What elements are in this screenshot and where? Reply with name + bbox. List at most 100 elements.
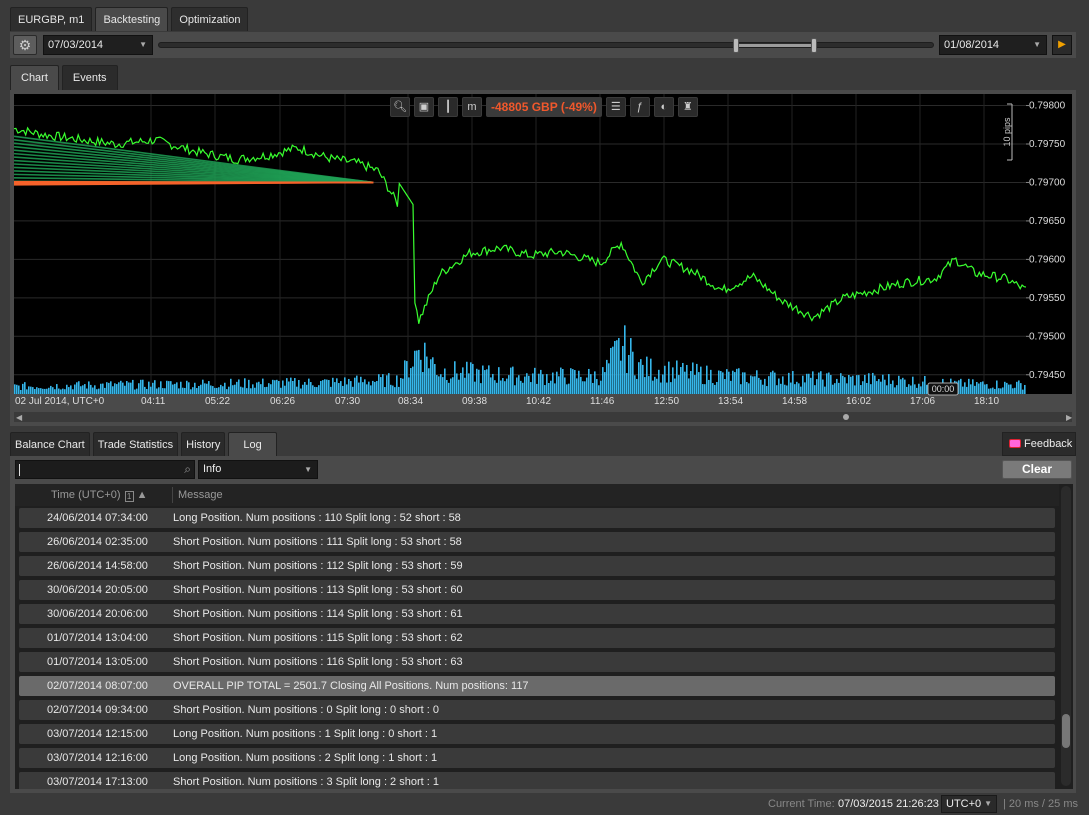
slider-handle-end[interactable] <box>811 38 817 53</box>
log-table: Time (UTC+0) 1 ▲ Message 24/06/2014 07:34… <box>15 484 1073 789</box>
pnl-indicator: -48805 GBP (-49%) <box>486 97 602 117</box>
log-row[interactable]: 30/06/2014 20:06:00 Short Position. Num p… <box>19 604 1055 624</box>
log-row-time: 02/07/2014 09:34:00 <box>47 704 148 716</box>
zoom-icon[interactable]: 🔍︎ <box>390 97 410 117</box>
tab-chart[interactable]: Chart <box>10 65 59 90</box>
log-row-message: Short Position. Num positions : 0 Split … <box>173 704 439 716</box>
log-row[interactable]: 30/06/2014 20:05:00 Short Position. Num p… <box>19 580 1055 600</box>
bottom-tabs: Balance Chart Trade Statistics History L… <box>10 432 277 456</box>
date-range-slider[interactable] <box>158 38 934 53</box>
end-date-picker[interactable]: 01/08/2014 ▼ <box>939 35 1047 55</box>
x-tick-label: 11:46 <box>590 396 615 407</box>
log-search-input[interactable]: ⌕ <box>15 460 195 479</box>
log-row[interactable]: 24/06/2014 07:34:00 Long Position. Num po… <box>19 508 1055 528</box>
feedback-icon <box>1009 439 1021 448</box>
x-tick-label: 07:30 <box>335 396 360 407</box>
log-row-message: Long Position. Num positions : 110 Split… <box>173 512 461 524</box>
log-row[interactable]: 03/07/2014 17:13:00 Short Position. Num p… <box>19 772 1055 789</box>
y-tick-label: 0.79700 <box>1029 177 1066 188</box>
log-row-message: Short Position. Num positions : 3 Split … <box>173 776 439 788</box>
chart-panel: 0.79800 0.79750 0.79700 0.79650 0.79600 0.795… <box>10 90 1076 426</box>
start-date-picker[interactable]: 07/03/2014 ▼ <box>43 35 153 55</box>
sort-order-badge: 1 <box>124 491 134 502</box>
scroll-right-icon: ▶ <box>1066 413 1073 422</box>
log-row[interactable]: 02/07/2014 08:07:00 OVERALL PIP TOTAL = 2… <box>19 676 1055 696</box>
tab-balance-chart[interactable]: Balance Chart <box>10 432 90 456</box>
tab-trade-statistics[interactable]: Trade Statistics <box>92 432 179 456</box>
clear-button[interactable]: Clear <box>1002 460 1072 479</box>
log-row-time: 01/07/2014 13:04:00 <box>47 632 148 644</box>
log-row[interactable]: 26/06/2014 02:35:00 Short Position. Num p… <box>19 532 1055 552</box>
screenshot-icon[interactable]: ▣ <box>414 97 434 117</box>
robot-icon[interactable]: ♜ <box>677 97 698 117</box>
y-tick-label: 0.79500 <box>1029 331 1066 342</box>
play-icon[interactable]: ▶ <box>1052 35 1072 55</box>
chart-scroll-thumb <box>843 414 849 420</box>
column-header-message[interactable]: Message <box>178 489 223 501</box>
gear-icon[interactable]: ⚙ <box>13 35 37 55</box>
sort-asc-icon: ▲ <box>136 489 148 501</box>
tab-symbol[interactable]: EURGBP, m1 <box>10 7 93 31</box>
log-row-message: OVERALL PIP TOTAL = 2501.7 Closing All P… <box>173 680 529 692</box>
price-chart[interactable]: 0.79800 0.79750 0.79700 0.79650 0.79600 0.795… <box>10 90 1076 426</box>
timezone-select[interactable]: UTC+0 ▼ <box>941 795 997 813</box>
candles-icon[interactable]: ┃ <box>438 97 458 117</box>
feedback-button[interactable]: Feedback <box>1002 432 1076 456</box>
x-tick-label: 05:22 <box>205 396 230 407</box>
slider-handle-start[interactable] <box>733 38 739 53</box>
log-level-select[interactable]: Info ▼ <box>198 460 318 479</box>
log-row-time: 30/06/2014 20:06:00 <box>47 608 148 620</box>
list-icon[interactable]: ☰ <box>605 97 626 117</box>
x-tick-label: 14:58 <box>782 396 807 407</box>
log-row[interactable]: 01/07/2014 13:04:00 Short Position. Num p… <box>19 628 1055 648</box>
log-row-time: 03/07/2014 12:15:00 <box>47 728 148 740</box>
start-date-value: 07/03/2014 <box>48 39 104 51</box>
log-row-message: Long Position. Num positions : 2 Split l… <box>173 752 438 764</box>
current-time-label: Current Time: <box>768 798 835 810</box>
log-row-time: 24/06/2014 07:34:00 <box>47 512 148 524</box>
tab-log[interactable]: Log <box>228 432 277 456</box>
log-row-time: 03/07/2014 17:13:00 <box>47 776 148 788</box>
tab-history[interactable]: History <box>181 432 226 456</box>
tab-events[interactable]: Events <box>61 65 118 90</box>
tab-optimization[interactable]: Optimization <box>171 7 249 31</box>
y-tick-label: 0.79550 <box>1029 293 1066 304</box>
x-tick-label: 16:02 <box>846 396 871 407</box>
log-row-time: 03/07/2014 12:16:00 <box>47 752 148 764</box>
log-row-message: Long Position. Num positions : 1 Split l… <box>173 728 438 740</box>
log-row-time: 30/06/2014 20:05:00 <box>47 584 148 596</box>
log-row[interactable]: 26/06/2014 14:58:00 Short Position. Num p… <box>19 556 1055 576</box>
tab-backtesting[interactable]: Backtesting <box>95 7 169 31</box>
chart-scrollbar <box>14 412 1072 422</box>
log-row-time: 26/06/2014 14:58:00 <box>47 560 148 572</box>
top-tabs: EURGBP, m1 Backtesting Optimization <box>10 7 249 31</box>
timeframe-icon[interactable]: m <box>462 97 482 117</box>
chevron-down-icon: ▼ <box>139 40 147 49</box>
indicator-icon[interactable]: ƒ <box>629 97 650 117</box>
log-row-message: Short Position. Num positions : 111 Spli… <box>173 536 462 548</box>
log-scrollbar[interactable] <box>1061 486 1071 786</box>
log-row-message: Short Position. Num positions : 116 Spli… <box>173 656 463 668</box>
log-panel: ⌕ Info ▼ Clear Time (UTC+0) 1 ▲ Message 2… <box>10 456 1076 793</box>
chart-tabs: Chart Events <box>10 65 118 90</box>
x-tick-label: 13:54 <box>718 396 743 407</box>
objects-icon[interactable]: ◐ <box>653 97 674 117</box>
log-row[interactable]: 01/07/2014 13:05:00 Short Position. Num p… <box>19 652 1055 672</box>
y-tick-label: 0.79600 <box>1029 254 1066 265</box>
current-time-value: 07/03/2015 21:26:23 <box>838 798 939 810</box>
slider-selected-range <box>737 44 817 47</box>
feedback-label: Feedback <box>1024 438 1073 450</box>
scroll-left-icon: ◀ <box>16 413 23 422</box>
log-row[interactable]: 02/07/2014 09:34:00 Short Position. Num p… <box>19 700 1055 720</box>
y-tick-label: 0.79800 <box>1029 101 1066 112</box>
search-icon: ⌕ <box>184 462 191 476</box>
log-row[interactable]: 03/07/2014 12:15:00 Long Position. Num po… <box>19 724 1055 744</box>
column-header-time[interactable]: Time (UTC+0) 1 ▲ <box>51 489 148 502</box>
pips-label: 10 pips <box>1002 117 1012 147</box>
log-row[interactable]: 03/07/2014 12:16:00 Long Position. Num po… <box>19 748 1055 768</box>
y-tick-label: 0.79750 <box>1029 139 1066 150</box>
log-scroll-thumb[interactable] <box>1062 714 1070 748</box>
x-tick-label: 17:06 <box>910 396 935 407</box>
time-axis-labels: 02 Jul 2014, UTC+0 04:11 05:22 06:26 07:30 08… <box>15 396 999 407</box>
chart-toolbar: 🔍︎ ▣ ┃ m -48805 GBP (-49%) ☰ ƒ ◐ ♜ <box>390 97 698 117</box>
